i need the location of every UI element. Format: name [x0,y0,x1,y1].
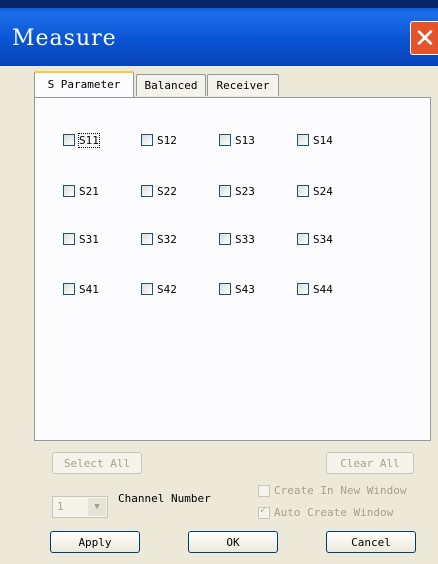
checkbox-box[interactable] [219,233,231,245]
s-parameter-panel: S11 S12 S13 S14 S21 S22 S23 S24 S31 S32 … [34,97,431,441]
checkbox-label: S43 [235,282,255,296]
checkbox-s34[interactable]: S34 [297,231,333,247]
checkbox-s44[interactable]: S44 [297,281,333,297]
checkbox-box[interactable] [63,283,75,295]
checkbox-s13[interactable]: S13 [219,132,255,148]
channel-number-label: Channel Number [118,492,211,505]
checkbox-label: S32 [157,232,177,246]
checkbox-box[interactable] [258,505,270,519]
checkbox-label: S31 [79,232,99,246]
checkbox-label: S24 [313,184,333,198]
checkbox-s31[interactable]: S31 [63,231,99,247]
checkbox-label: Auto Create Window [274,506,394,519]
checkbox-box[interactable] [63,233,75,245]
checkbox-s14[interactable]: S14 [297,132,333,148]
channel-number-value: 1 [57,500,64,513]
checkbox-s12[interactable]: S12 [141,132,177,148]
chevron-down-icon[interactable]: ▼ [88,498,106,516]
checkbox-box[interactable] [297,134,309,146]
checkbox-s32[interactable]: S32 [141,231,177,247]
checkbox-s22[interactable]: S22 [141,183,177,199]
tab-balanced[interactable]: Balanced [136,74,206,96]
tab-receiver[interactable]: Receiver [207,74,279,96]
checkbox-box[interactable] [297,185,309,197]
channel-number-select[interactable]: 1 ▼ [52,496,108,518]
close-icon: ✕ [414,24,436,54]
checkbox-box[interactable] [258,484,270,497]
close-button[interactable]: ✕ [410,21,438,55]
checkbox-label: S11 [78,132,100,148]
select-all-button[interactable]: Select All [52,452,142,474]
checkbox-label: S44 [313,282,333,296]
clear-all-button[interactable]: Clear All [326,452,414,474]
checkbox-box[interactable] [63,134,75,146]
checkbox-box[interactable] [297,283,309,295]
auto-create-window-checkbox[interactable]: Auto Create Window [258,505,394,519]
apply-button[interactable]: Apply [50,531,140,553]
checkbox-box[interactable] [219,185,231,197]
checkbox-label: S23 [235,184,255,198]
checkbox-s41[interactable]: S41 [63,281,99,297]
cancel-button[interactable]: Cancel [326,531,416,553]
checkbox-s33[interactable]: S33 [219,231,255,247]
checkbox-box[interactable] [141,134,153,146]
checkbox-label: S21 [79,184,99,198]
tab-s-parameter[interactable]: S Parameter [34,71,134,97]
title-bar: Measure ✕ [0,8,438,66]
checkbox-box[interactable] [63,185,75,197]
checkbox-label: S33 [235,232,255,246]
checkbox-label: S42 [157,282,177,296]
create-new-window-checkbox[interactable]: Create In New Window [258,484,406,497]
checkbox-box[interactable] [219,283,231,295]
checkbox-s11[interactable]: S11 [63,132,100,148]
ok-button[interactable]: OK [188,531,278,553]
window-title: Measure [12,26,117,51]
checkbox-box[interactable] [141,185,153,197]
checkbox-box[interactable] [219,134,231,146]
checkbox-s24[interactable]: S24 [297,183,333,199]
checkbox-box[interactable] [297,233,309,245]
checkbox-label: S12 [157,133,177,147]
checkbox-s21[interactable]: S21 [63,183,99,199]
checkbox-box[interactable] [141,283,153,295]
checkbox-s42[interactable]: S42 [141,281,177,297]
checkbox-label: Create In New Window [274,484,407,497]
checkbox-label: S13 [235,133,255,147]
measure-dialog: Measure ✕ S Parameter Balanced Receiver … [0,8,438,564]
checkbox-label: S34 [313,232,333,246]
checkbox-label: S14 [313,133,333,147]
checkbox-label: S41 [79,282,99,296]
checkbox-s43[interactable]: S43 [219,281,255,297]
checkbox-box[interactable] [141,233,153,245]
checkbox-s23[interactable]: S23 [219,183,255,199]
checkbox-label: S22 [157,184,177,198]
